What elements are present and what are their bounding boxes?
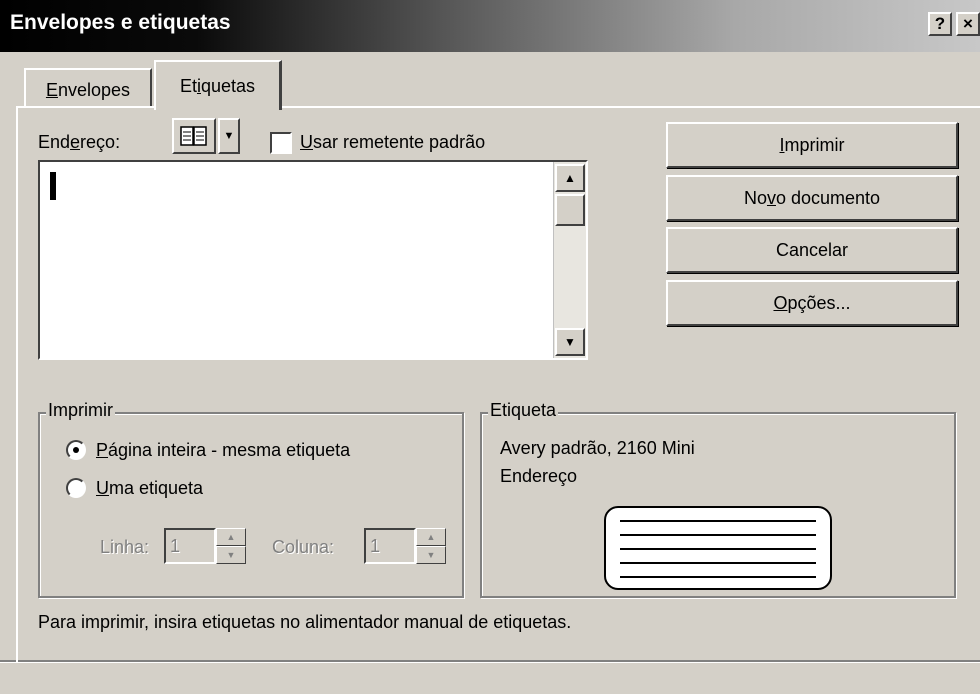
tab-envelopes[interactable]: Envelopes — [24, 68, 152, 108]
title-bar[interactable]: Envelopes e etiquetas ? × — [0, 0, 980, 52]
help-button[interactable]: ? — [928, 12, 952, 36]
close-button[interactable]: × — [956, 12, 980, 36]
tab-etiquetas[interactable]: Etiquetas — [154, 60, 282, 110]
tab-panel — [16, 106, 980, 662]
window-title: Envelopes e etiquetas — [10, 11, 231, 34]
envelopes-labels-dialog: Envelopes e etiquetas ? × Envelopes Etiq… — [0, 0, 980, 694]
